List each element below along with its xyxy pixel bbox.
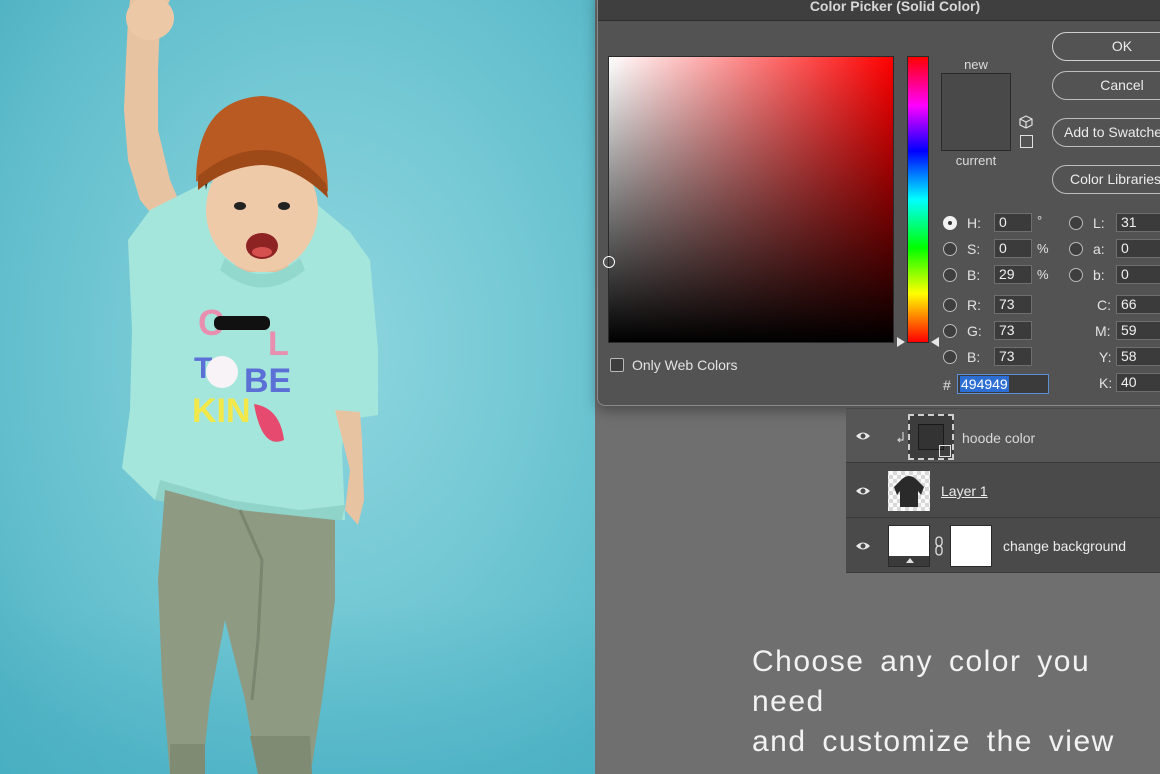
saturation-brightness-field[interactable] bbox=[603, 56, 894, 343]
color-libraries-button[interactable]: Color Libraries bbox=[1052, 165, 1160, 194]
green-input[interactable]: 73 bbox=[994, 321, 1032, 340]
child-illustration: C L T BE KIN bbox=[122, 0, 378, 774]
yellow-input[interactable]: 58 bbox=[1116, 347, 1160, 366]
clipping-arrow-icon bbox=[897, 432, 904, 443]
visibility-eye-icon[interactable] bbox=[855, 485, 871, 497]
current-color-swatch[interactable] bbox=[942, 113, 1010, 150]
hue-input[interactable]: 0 bbox=[994, 213, 1032, 232]
yellow-label: Y: bbox=[1099, 349, 1112, 365]
caption-line-2: and customize the view bbox=[752, 725, 1115, 758]
layers-panel: hoode color Layer 1 change background bbox=[846, 408, 1160, 573]
current-color-label: current bbox=[955, 153, 997, 168]
cyan-input[interactable]: 66 bbox=[1116, 295, 1160, 314]
hue-radio[interactable] bbox=[943, 216, 957, 230]
only-web-colors-checkbox[interactable] bbox=[610, 358, 624, 372]
black-label: K: bbox=[1099, 375, 1113, 391]
hue-slider-left-arrow[interactable] bbox=[897, 337, 905, 347]
brightness-input[interactable]: 29 bbox=[994, 265, 1032, 284]
visibility-eye-icon[interactable] bbox=[855, 540, 871, 552]
brightness-radio[interactable] bbox=[943, 268, 957, 282]
layer-row[interactable]: hoode color bbox=[846, 409, 1160, 463]
ok-button[interactable]: OK bbox=[1052, 32, 1160, 61]
brightness-unit: % bbox=[1037, 267, 1049, 282]
red-radio[interactable] bbox=[943, 298, 957, 312]
color-selection-marker[interactable] bbox=[603, 256, 615, 268]
lab-a-radio[interactable] bbox=[1069, 242, 1083, 256]
svg-text:KIN: KIN bbox=[192, 392, 251, 430]
lightness-label: L: bbox=[1093, 215, 1105, 231]
hex-input[interactable]: 494949 bbox=[957, 374, 1049, 394]
hue-slider[interactable] bbox=[907, 56, 929, 343]
black-input[interactable]: 40 bbox=[1116, 373, 1160, 392]
hue-unit: ° bbox=[1037, 213, 1043, 228]
saturation-input[interactable]: 0 bbox=[994, 239, 1032, 258]
blue-input[interactable]: 73 bbox=[994, 347, 1032, 366]
cancel-button[interactable]: Cancel bbox=[1052, 71, 1160, 100]
red-label: R: bbox=[967, 297, 981, 313]
lab-a-input[interactable]: 0 bbox=[1116, 239, 1160, 258]
hue-slider-right-arrow[interactable] bbox=[931, 337, 939, 347]
dialog-titlebar[interactable]: Color Picker (Solid Color) bbox=[598, 0, 1160, 21]
svg-text:BE: BE bbox=[244, 362, 291, 400]
layer-name[interactable]: Layer 1 bbox=[941, 483, 988, 499]
dialog-title: Color Picker (Solid Color) bbox=[809, 0, 981, 14]
brightness-label: B: bbox=[967, 267, 981, 283]
visibility-eye-icon[interactable] bbox=[855, 430, 871, 442]
marketing-caption: Choose any color you need and customize … bbox=[752, 642, 1160, 762]
cyan-label: C: bbox=[1097, 297, 1111, 313]
color-fill-layer-thumbnail bbox=[908, 414, 954, 460]
layer-mask-link-icon[interactable] bbox=[934, 536, 944, 556]
green-label: G: bbox=[967, 323, 982, 339]
gamut-warning-cube-icon[interactable] bbox=[1019, 115, 1033, 129]
layer-mask-thumbnail[interactable] bbox=[950, 525, 992, 567]
hex-value-selected: 494949 bbox=[960, 376, 1009, 392]
hoodie-thumbnail bbox=[888, 471, 930, 511]
lightness-radio[interactable] bbox=[1069, 216, 1083, 230]
hue-label: H: bbox=[967, 215, 981, 231]
blue-radio[interactable] bbox=[943, 350, 957, 364]
blue-label: B: bbox=[967, 349, 981, 365]
lightness-input[interactable]: 31 bbox=[1116, 213, 1160, 232]
add-to-swatches-button[interactable]: Add to Swatches bbox=[1052, 118, 1160, 147]
saturation-radio[interactable] bbox=[943, 242, 957, 256]
screenshot-root: C L T BE KIN Color Picker (Solid Color) … bbox=[0, 0, 1160, 774]
adjustment-layer-thumbnail bbox=[888, 525, 930, 567]
lab-b-input[interactable]: 0 bbox=[1116, 265, 1160, 284]
only-web-colors-label: Only Web Colors bbox=[632, 357, 738, 373]
web-safe-square-icon[interactable] bbox=[1020, 135, 1033, 148]
layer-row[interactable]: change background bbox=[846, 519, 1160, 573]
new-color-label: new bbox=[964, 57, 988, 72]
color-picker-dialog: Color Picker (Solid Color) new current O… bbox=[597, 0, 1160, 406]
svg-text:L: L bbox=[268, 325, 289, 363]
lab-b-label: b: bbox=[1093, 267, 1105, 283]
magenta-input[interactable]: 59 bbox=[1116, 321, 1160, 340]
red-input[interactable]: 73 bbox=[994, 295, 1032, 314]
saturation-label: S: bbox=[967, 241, 981, 257]
saturation-unit: % bbox=[1037, 241, 1049, 256]
new-color-swatch bbox=[942, 74, 1010, 113]
color-comparison-swatch bbox=[941, 73, 1011, 151]
product-photo: C L T BE KIN bbox=[0, 0, 595, 774]
lab-a-label: a: bbox=[1093, 241, 1105, 257]
caption-line-1: Choose any color you need bbox=[752, 645, 1091, 718]
layer-name[interactable]: change background bbox=[1003, 538, 1126, 554]
layer-row[interactable]: Layer 1 bbox=[846, 464, 1160, 518]
lab-b-radio[interactable] bbox=[1069, 268, 1083, 282]
layer-name[interactable]: hoode color bbox=[962, 430, 1035, 446]
magenta-label: M: bbox=[1095, 323, 1111, 339]
hex-hash-label: # bbox=[943, 377, 951, 393]
green-radio[interactable] bbox=[943, 324, 957, 338]
